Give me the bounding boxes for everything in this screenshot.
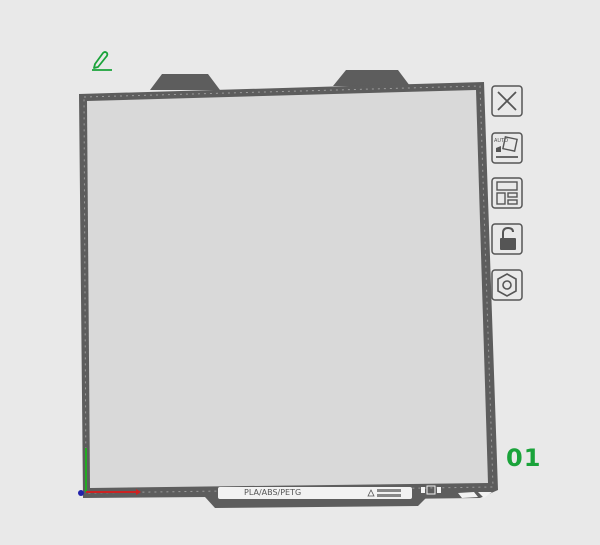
strip-icon-c <box>421 487 425 493</box>
plate-info-strip: PLA/ABS/PETG <box>218 487 412 499</box>
brand-logo <box>366 487 406 501</box>
auto-arrange-icon: AUTO <box>491 132 523 164</box>
plate-tab-left <box>150 74 220 90</box>
layout-icon <box>491 177 523 209</box>
strip-icon-e <box>437 487 441 493</box>
auto-arrange-button[interactable]: AUTO <box>490 131 526 167</box>
axis-origin <box>78 490 84 496</box>
plate-tab-right <box>333 70 410 86</box>
remove-plate-button[interactable] <box>490 84 526 120</box>
plate-settings-button[interactable] <box>490 268 526 304</box>
hexagon-settings-icon <box>491 269 523 301</box>
bambu-logo-icon <box>367 489 401 497</box>
svg-text:AUTO: AUTO <box>494 138 508 144</box>
plate-number: 01 <box>506 444 542 472</box>
edit-plate-name-button[interactable] <box>88 48 114 72</box>
arrange-button[interactable] <box>490 176 526 212</box>
lock-plate-button[interactable] <box>490 222 526 258</box>
unlock-icon <box>491 223 523 255</box>
plate-canvas[interactable]: PLA/ABS/PETG AUTO 01 <box>0 0 600 545</box>
plate-bed <box>87 90 488 488</box>
filament-types-label: PLA/ABS/PETG <box>244 488 302 497</box>
close-icon <box>491 85 523 117</box>
pencil-icon <box>92 51 112 71</box>
